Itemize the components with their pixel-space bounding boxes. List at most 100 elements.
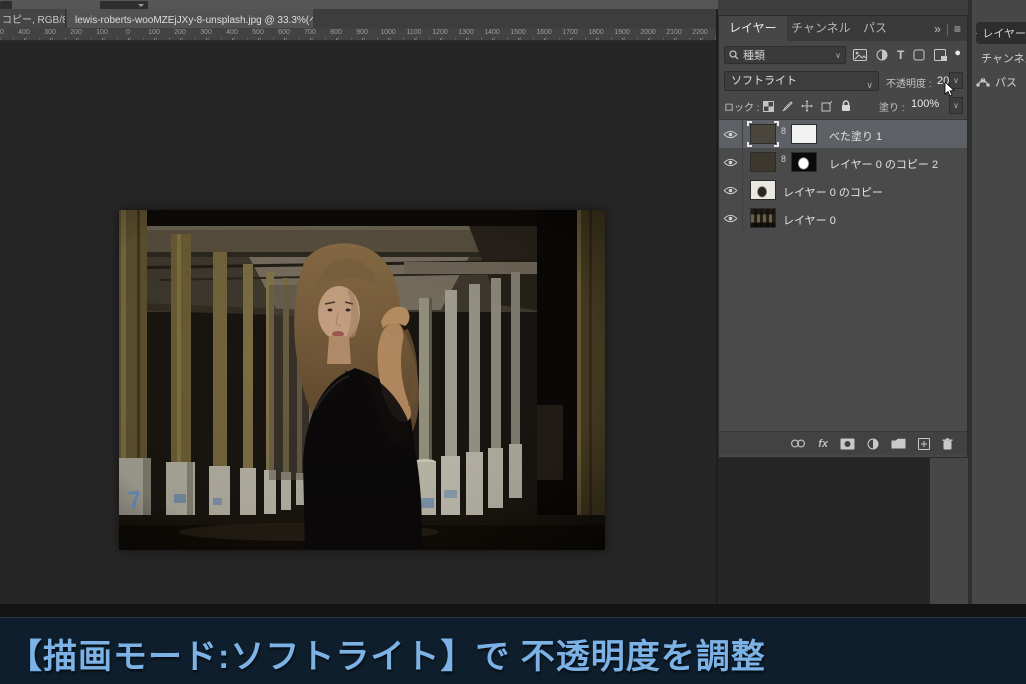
ruler-tick-label: 2200 [692, 29, 708, 36]
visibility-toggle[interactable] [719, 176, 743, 204]
layer-row-solid-fill[interactable]: 8 べた塗り 1 [719, 120, 967, 148]
layer-row-copy-2[interactable]: 8 レイヤー 0 のコピー 2 [719, 148, 967, 176]
ruler-tick-label: 1900 [614, 29, 630, 36]
filter-toggle-icon[interactable]: ● [954, 47, 961, 59]
layer-row-copy[interactable]: レイヤー 0 のコピー [719, 176, 967, 204]
visibility-toggle[interactable] [719, 148, 743, 176]
dock-strip-extension [930, 458, 968, 606]
tab-paths[interactable]: パス [853, 16, 897, 41]
horizontal-ruler[interactable]: 5004003002001000100200300400500600700800… [0, 28, 718, 41]
blend-mode-row: ソフトライト ∨ 不透明度 : 20% ∨ [719, 69, 967, 93]
new-layer-icon[interactable] [918, 438, 930, 450]
layer-thumbnail[interactable] [750, 152, 776, 172]
ruler-tick-label: 400 [226, 29, 238, 36]
layer-row-background[interactable]: レイヤー 0 [719, 204, 967, 232]
new-group-folder-icon[interactable] [891, 438, 906, 449]
layer-name[interactable]: レイヤー 0 [783, 212, 836, 228]
tool-preset-dropdown[interactable] [100, 1, 148, 9]
fill-label: 塗り : [879, 99, 905, 114]
lock-position-move-icon[interactable] [801, 100, 813, 112]
ruler-tick-label: 400 [18, 29, 30, 36]
new-adjustment-layer-icon[interactable] [867, 438, 879, 450]
panel-dock: レイヤー チャンネル パス [972, 0, 1026, 606]
layer-thumbnail[interactable] [750, 208, 776, 228]
ruler-tick-label: 1100 [406, 29, 421, 36]
layer-mask-thumbnail[interactable] [791, 152, 817, 172]
filter-pixel-layers-icon[interactable] [853, 49, 867, 61]
ruler-tick-label: 300 [44, 29, 56, 36]
dock-item-channels[interactable]: チャンネル [976, 47, 1026, 69]
filter-smart-object-icon[interactable] [934, 49, 947, 61]
ruler-tick-label: 500 [0, 29, 4, 36]
fill-layer-thumbnail[interactable] [750, 124, 776, 144]
ruler-tick-label: 200 [70, 29, 82, 36]
lock-artboard-icon[interactable] [821, 101, 833, 112]
layers-panel-footer: fx [719, 431, 967, 455]
filter-kind-dropdown[interactable]: 種類 ∨ [724, 46, 846, 64]
canvas-workarea[interactable]: 7 [0, 41, 716, 606]
document-tab-inactive[interactable]: コピー, RGB/8) * × [0, 9, 66, 28]
filter-shape-layers-icon[interactable] [913, 49, 925, 61]
fill-field[interactable]: 100% [911, 98, 939, 110]
collapse-panel-icon[interactable]: » [934, 22, 941, 36]
layer-name[interactable]: レイヤー 0 のコピー [783, 184, 883, 200]
search-icon [729, 50, 739, 60]
ruler-tick-label: 1700 [562, 29, 578, 36]
layer-name[interactable]: レイヤー 0 のコピー 2 [829, 156, 938, 172]
dock-item-paths[interactable]: パス [976, 71, 1026, 93]
layer-name[interactable]: べた塗り 1 [829, 128, 882, 144]
ruler-tick-label: 500 [252, 29, 264, 36]
delete-layer-trash-icon[interactable] [942, 438, 953, 450]
ruler-tick-label: 1400 [484, 29, 500, 36]
ruler-tick-label: 300 [200, 29, 212, 36]
tab-channels[interactable]: チャンネル [781, 16, 861, 41]
document-tab-title: コピー, RGB/8) * [2, 11, 66, 26]
link-layers-icon[interactable] [790, 439, 806, 448]
ruler-tick-label: 600 [278, 29, 290, 36]
tab-layers[interactable]: レイヤー [719, 16, 787, 41]
layer-mask-thumbnail[interactable] [791, 124, 817, 144]
document-tab-active[interactable]: lewis-roberts-wooMZEjJXy-8-unsplash.jpg … [67, 9, 313, 28]
ruler-tick-label: 0 [126, 29, 130, 36]
dock-item-label: パス [995, 74, 1017, 90]
dock-item-label: チャンネル [981, 50, 1026, 66]
document-tab-bar: コピー, RGB/8) * × lewis-roberts-wooMZEjJXy… [0, 9, 718, 28]
ruler-tick-label: 900 [356, 29, 368, 36]
panel-top-fill [718, 0, 968, 15]
lock-transparency-icon[interactable] [763, 101, 774, 112]
mask-link-icon[interactable]: 8 [781, 126, 786, 136]
panel-menu-icon[interactable]: ≡ [954, 22, 961, 36]
ruler-tick-label: 1200 [432, 29, 448, 36]
layer-filter-row: 種類 ∨ T ● [719, 43, 967, 67]
ruler-tick-label: 1500 [510, 29, 526, 36]
lock-label: ロック : [724, 99, 760, 114]
eye-icon [723, 158, 738, 167]
filter-adjustment-layers-icon[interactable] [876, 49, 888, 61]
mask-link-icon[interactable]: 8 [781, 154, 786, 164]
ruler-tick-label: 100 [96, 29, 108, 36]
bottom-black-strip [0, 604, 1026, 617]
photo-canvas[interactable] [119, 210, 605, 550]
mouse-cursor [944, 82, 956, 98]
layers-panel-header: レイヤー チャンネル パス » | ≡ [719, 16, 967, 41]
pasteboard-under-panel [718, 458, 930, 606]
layer-style-fx-icon[interactable]: fx [818, 438, 828, 450]
eye-icon [723, 130, 738, 139]
ruler-tick-label: 100 [148, 29, 160, 36]
fill-caret-button[interactable]: ∨ [949, 97, 963, 114]
filter-kind-label: 種類 [743, 47, 765, 63]
lock-pixels-brush-icon[interactable] [782, 101, 793, 112]
divider-glyph: | [946, 22, 949, 36]
filter-type-layers-icon[interactable]: T [897, 48, 904, 62]
column-graffiti-number: 7 [127, 486, 143, 515]
ruler-tick-label: 1600 [536, 29, 552, 36]
lock-all-icon[interactable] [841, 100, 851, 112]
blend-mode-select[interactable]: ソフトライト ∨ [724, 71, 879, 91]
add-layer-mask-icon[interactable] [840, 438, 855, 450]
dock-item-layers[interactable]: レイヤー [976, 22, 1026, 44]
visibility-toggle[interactable] [719, 204, 743, 232]
eye-icon [723, 186, 738, 195]
visibility-toggle[interactable] [719, 120, 743, 148]
layer-thumbnail[interactable] [750, 180, 776, 200]
chevron-down-icon: ∨ [866, 76, 873, 94]
